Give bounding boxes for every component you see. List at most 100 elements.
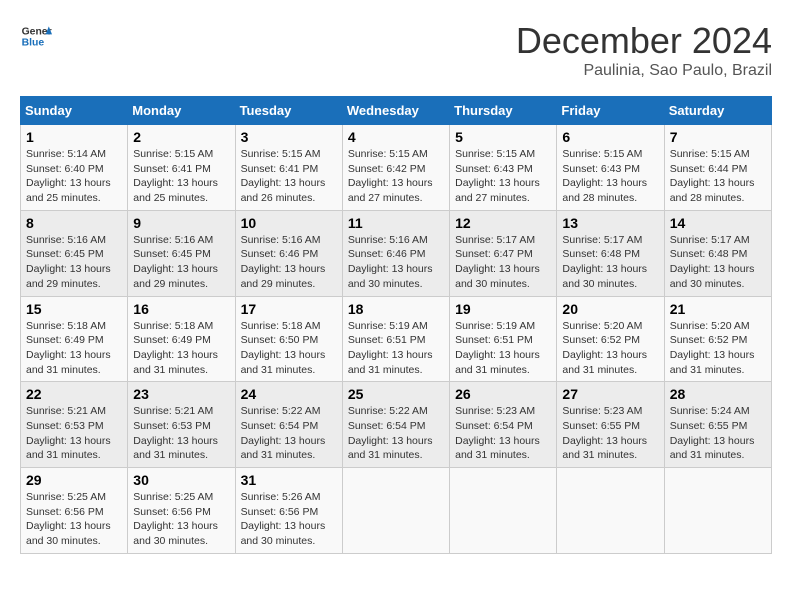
day-number: 30: [133, 472, 229, 488]
calendar-cell: 5Sunrise: 5:15 AMSunset: 6:43 PMDaylight…: [450, 125, 557, 211]
day-number: 11: [348, 215, 444, 231]
calendar-cell: 29 Sunrise: 5:25 AMSunset: 6:56 PMDayligh…: [21, 468, 128, 554]
calendar-cell: 13Sunrise: 5:17 AMSunset: 6:48 PMDayligh…: [557, 210, 664, 296]
day-number: 28: [670, 386, 766, 402]
cell-daylight-info: Sunrise: 5:20 AMSunset: 6:52 PMDaylight:…: [562, 319, 658, 378]
calendar-cell: 31 Sunrise: 5:26 AMSunset: 6:56 PMDayligh…: [235, 468, 342, 554]
day-number: 25: [348, 386, 444, 402]
day-number: 16: [133, 301, 229, 317]
cell-daylight-info: Sunrise: 5:16 AMSunset: 6:46 PMDaylight:…: [348, 233, 444, 292]
cell-daylight-info: Sunrise: 5:17 AMSunset: 6:47 PMDaylight:…: [455, 233, 551, 292]
cell-daylight-info: Sunrise: 5:19 AMSunset: 6:51 PMDaylight:…: [455, 319, 551, 378]
day-number: 15: [26, 301, 122, 317]
day-number: 10: [241, 215, 337, 231]
calendar-cell: 16 Sunrise: 5:18 AMSunset: 6:49 PMDayligh…: [128, 296, 235, 382]
day-header-saturday: Saturday: [664, 97, 771, 125]
cell-daylight-info: Sunrise: 5:15 AMSunset: 6:41 PMDaylight:…: [133, 147, 229, 206]
day-number: 8: [26, 215, 122, 231]
day-header-thursday: Thursday: [450, 97, 557, 125]
cell-daylight-info: Sunrise: 5:15 AMSunset: 6:44 PMDaylight:…: [670, 147, 766, 206]
cell-daylight-info: Sunrise: 5:22 AMSunset: 6:54 PMDaylight:…: [348, 404, 444, 463]
day-number: 12: [455, 215, 551, 231]
calendar-cell: [664, 468, 771, 554]
calendar-cell: [450, 468, 557, 554]
day-number: 6: [562, 129, 658, 145]
calendar-cell: 26Sunrise: 5:23 AMSunset: 6:54 PMDayligh…: [450, 382, 557, 468]
cell-daylight-info: Sunrise: 5:24 AMSunset: 6:55 PMDaylight:…: [670, 404, 766, 463]
calendar-week-row: 1Sunrise: 5:14 AMSunset: 6:40 PMDaylight…: [21, 125, 772, 211]
cell-daylight-info: Sunrise: 5:17 AMSunset: 6:48 PMDaylight:…: [670, 233, 766, 292]
cell-daylight-info: Sunrise: 5:21 AMSunset: 6:53 PMDaylight:…: [133, 404, 229, 463]
calendar-cell: [342, 468, 449, 554]
day-header-wednesday: Wednesday: [342, 97, 449, 125]
calendar-cell: 17 Sunrise: 5:18 AMSunset: 6:50 PMDayligh…: [235, 296, 342, 382]
cell-daylight-info: Sunrise: 5:25 AMSunset: 6:56 PMDaylight:…: [133, 490, 229, 549]
logo-icon: General Blue: [20, 20, 52, 52]
svg-text:Blue: Blue: [22, 38, 45, 49]
calendar-cell: 27 Sunrise: 5:23 AMSunset: 6:55 PMDayligh…: [557, 382, 664, 468]
calendar-cell: 20 Sunrise: 5:20 AMSunset: 6:52 PMDayligh…: [557, 296, 664, 382]
day-number: 23: [133, 386, 229, 402]
calendar-body: 1Sunrise: 5:14 AMSunset: 6:40 PMDaylight…: [21, 125, 772, 554]
day-number: 2: [133, 129, 229, 145]
calendar-cell: 23 Sunrise: 5:21 AMSunset: 6:53 PMDayligh…: [128, 382, 235, 468]
calendar-cell: 21 Sunrise: 5:20 AMSunset: 6:52 PMDayligh…: [664, 296, 771, 382]
calendar-cell: 19Sunrise: 5:19 AMSunset: 6:51 PMDayligh…: [450, 296, 557, 382]
day-number: 7: [670, 129, 766, 145]
title-area: December 2024 Paulinia, Sao Paulo, Brazi…: [516, 20, 772, 80]
calendar-cell: 15 Sunrise: 5:18 AMSunset: 6:49 PMDayligh…: [21, 296, 128, 382]
calendar-cell: 6 Sunrise: 5:15 AMSunset: 6:43 PMDaylight…: [557, 125, 664, 211]
day-number: 18: [348, 301, 444, 317]
cell-daylight-info: Sunrise: 5:15 AMSunset: 6:43 PMDaylight:…: [562, 147, 658, 206]
cell-daylight-info: Sunrise: 5:18 AMSunset: 6:50 PMDaylight:…: [241, 319, 337, 378]
calendar-week-row: 15 Sunrise: 5:18 AMSunset: 6:49 PMDayligh…: [21, 296, 772, 382]
day-number: 3: [241, 129, 337, 145]
calendar-title: December 2024: [516, 20, 772, 62]
calendar-cell: 4Sunrise: 5:15 AMSunset: 6:42 PMDaylight…: [342, 125, 449, 211]
day-number: 14: [670, 215, 766, 231]
day-header-tuesday: Tuesday: [235, 97, 342, 125]
day-number: 5: [455, 129, 551, 145]
day-number: 29: [26, 472, 122, 488]
day-number: 31: [241, 472, 337, 488]
cell-daylight-info: Sunrise: 5:21 AMSunset: 6:53 PMDaylight:…: [26, 404, 122, 463]
cell-daylight-info: Sunrise: 5:26 AMSunset: 6:56 PMDaylight:…: [241, 490, 337, 549]
day-number: 24: [241, 386, 337, 402]
day-header-sunday: Sunday: [21, 97, 128, 125]
calendar-cell: 14 Sunrise: 5:17 AMSunset: 6:48 PMDayligh…: [664, 210, 771, 296]
calendar-cell: 24 Sunrise: 5:22 AMSunset: 6:54 PMDayligh…: [235, 382, 342, 468]
logo: General Blue: [20, 20, 52, 52]
calendar-subtitle: Paulinia, Sao Paulo, Brazil: [516, 62, 772, 80]
cell-daylight-info: Sunrise: 5:16 AMSunset: 6:45 PMDaylight:…: [133, 233, 229, 292]
calendar-header-row: SundayMondayTuesdayWednesdayThursdayFrid…: [21, 97, 772, 125]
calendar-cell: 8Sunrise: 5:16 AMSunset: 6:45 PMDaylight…: [21, 210, 128, 296]
day-number: 13: [562, 215, 658, 231]
cell-daylight-info: Sunrise: 5:23 AMSunset: 6:54 PMDaylight:…: [455, 404, 551, 463]
calendar-cell: 11 Sunrise: 5:16 AMSunset: 6:46 PMDayligh…: [342, 210, 449, 296]
cell-daylight-info: Sunrise: 5:23 AMSunset: 6:55 PMDaylight:…: [562, 404, 658, 463]
cell-daylight-info: Sunrise: 5:22 AMSunset: 6:54 PMDaylight:…: [241, 404, 337, 463]
calendar-week-row: 22 Sunrise: 5:21 AMSunset: 6:53 PMDayligh…: [21, 382, 772, 468]
day-number: 22: [26, 386, 122, 402]
cell-daylight-info: Sunrise: 5:20 AMSunset: 6:52 PMDaylight:…: [670, 319, 766, 378]
calendar-cell: 10Sunrise: 5:16 AMSunset: 6:46 PMDayligh…: [235, 210, 342, 296]
cell-daylight-info: Sunrise: 5:18 AMSunset: 6:49 PMDaylight:…: [133, 319, 229, 378]
page-header: General Blue December 2024 Paulinia, Sao…: [20, 20, 772, 80]
cell-daylight-info: Sunrise: 5:14 AMSunset: 6:40 PMDaylight:…: [26, 147, 122, 206]
calendar-cell: [557, 468, 664, 554]
calendar-cell: 18 Sunrise: 5:19 AMSunset: 6:51 PMDayligh…: [342, 296, 449, 382]
calendar-cell: 3Sunrise: 5:15 AMSunset: 6:41 PMDaylight…: [235, 125, 342, 211]
calendar-week-row: 29 Sunrise: 5:25 AMSunset: 6:56 PMDayligh…: [21, 468, 772, 554]
calendar-cell: 7 Sunrise: 5:15 AMSunset: 6:44 PMDaylight…: [664, 125, 771, 211]
day-header-friday: Friday: [557, 97, 664, 125]
cell-daylight-info: Sunrise: 5:25 AMSunset: 6:56 PMDaylight:…: [26, 490, 122, 549]
calendar-cell: 30 Sunrise: 5:25 AMSunset: 6:56 PMDayligh…: [128, 468, 235, 554]
cell-daylight-info: Sunrise: 5:19 AMSunset: 6:51 PMDaylight:…: [348, 319, 444, 378]
day-number: 21: [670, 301, 766, 317]
day-number: 27: [562, 386, 658, 402]
cell-daylight-info: Sunrise: 5:18 AMSunset: 6:49 PMDaylight:…: [26, 319, 122, 378]
cell-daylight-info: Sunrise: 5:15 AMSunset: 6:42 PMDaylight:…: [348, 147, 444, 206]
day-number: 17: [241, 301, 337, 317]
calendar-cell: 25 Sunrise: 5:22 AMSunset: 6:54 PMDayligh…: [342, 382, 449, 468]
day-number: 20: [562, 301, 658, 317]
